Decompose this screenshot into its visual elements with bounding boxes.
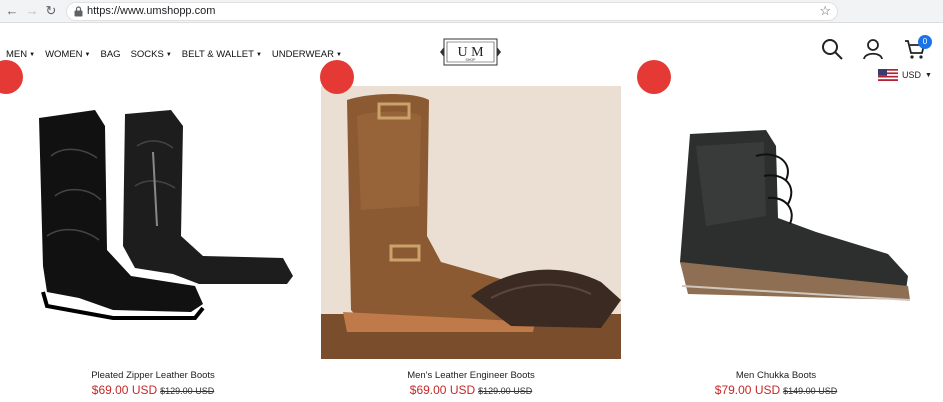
site-header: MEN ▼ WOMEN ▼ BAG SOCKS ▼ BELT & WALLET ▼ UN… [0, 23, 943, 86]
currency-label: USD [902, 70, 922, 80]
product-card[interactable]: Pleated Zipper Leather Boots $69.00 USD $… [0, 60, 303, 402]
compare-price: $129.00 USD [160, 386, 215, 396]
cart-count-badge: 0 [918, 35, 932, 49]
product-title[interactable]: Men Chukka Boots [626, 370, 926, 381]
caret-down-icon: ▼ [255, 52, 262, 58]
site-logo[interactable]: U M SHOP [440, 35, 501, 69]
sale-price: $79.00 USD [714, 383, 781, 397]
product-price: $79.00 USD $149.00 USD [626, 383, 926, 397]
back-icon[interactable]: ← [4, 3, 20, 19]
product-card[interactable]: Men Chukka Boots $79.00 USD $149.00 USD [626, 60, 926, 402]
compare-price: $149.00 USD [783, 386, 838, 396]
product-image[interactable] [321, 86, 621, 359]
caret-down-icon: ▼ [165, 52, 172, 58]
sale-badge [637, 60, 671, 94]
product-title[interactable]: Pleated Zipper Leather Boots [3, 370, 303, 381]
sale-badge [320, 60, 354, 94]
search-icon[interactable] [820, 37, 844, 61]
browser-toolbar: ← → ↻ https://www.umshopp.com ☆ [0, 0, 943, 23]
main-menu: MEN ▼ WOMEN ▼ BAG SOCKS ▼ BELT & WALLET ▼ UN… [6, 49, 352, 60]
menu-item-women[interactable]: WOMEN ▼ [45, 49, 90, 60]
caret-down-icon: ▼ [336, 52, 342, 58]
product-image[interactable] [626, 86, 926, 359]
caret-down-icon: ▼ [29, 52, 36, 58]
chevron-down-icon: ▼ [925, 71, 932, 79]
logo-subtext: SHOP [466, 58, 477, 62]
product-image[interactable] [3, 86, 303, 359]
compare-price: $129.00 USD [478, 386, 533, 396]
menu-item-underwear[interactable]: UNDERWEAR ▼ [272, 49, 342, 60]
bookmark-star-icon[interactable]: ☆ [819, 3, 831, 19]
menu-item-belt-wallet[interactable]: BELT & WALLET ▼ [182, 49, 262, 60]
sale-price: $69.00 USD [91, 383, 158, 397]
product-title[interactable]: Men's Leather Engineer Boots [321, 370, 621, 381]
product-price: $69.00 USD $129.00 USD [3, 383, 303, 397]
currency-selector[interactable]: USD ▼ [878, 69, 932, 81]
address-bar[interactable]: https://www.umshopp.com ☆ [66, 2, 838, 21]
reload-icon[interactable]: ↻ [43, 3, 59, 19]
us-flag-icon [878, 69, 898, 81]
menu-item-bag[interactable]: BAG [101, 49, 121, 60]
product-price: $69.00 USD $129.00 USD [321, 383, 621, 397]
forward-icon[interactable]: → [24, 3, 40, 19]
product-card[interactable]: Men's Leather Engineer Boots $69.00 USD $… [320, 60, 621, 402]
lock-icon [74, 6, 83, 17]
menu-item-socks[interactable]: SOCKS ▼ [131, 49, 172, 60]
product-grid: Pleated Zipper Leather Boots $69.00 USD $… [0, 60, 943, 402]
sale-price: $69.00 USD [409, 383, 476, 397]
menu-item-men[interactable]: MEN ▼ [6, 49, 35, 60]
url-text: https://www.umshopp.com [87, 5, 216, 17]
caret-down-icon: ▼ [84, 52, 91, 58]
user-icon[interactable] [861, 37, 885, 61]
